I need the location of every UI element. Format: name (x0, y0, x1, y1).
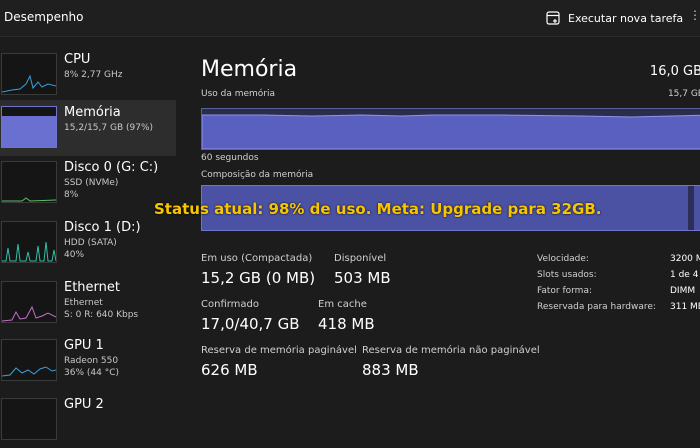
slots-used-value: 1 de 4 (670, 270, 699, 280)
paged-pool-label: Reserva de memória paginável (201, 345, 357, 356)
status-overlay-caption: Status atual: 98% de uso. Meta: Upgrade … (154, 200, 602, 218)
sidebar-item-usage: 8% (64, 190, 79, 200)
memory-heading: Memória (201, 57, 298, 82)
sidebar-item-gpu-1[interactable]: GPU 1 Radeon 550 36% (44 °C) (0, 333, 176, 389)
in-use-label: Em uso (Compactada) (201, 253, 313, 264)
resource-sidebar: CPU 8% 2,77 GHz Memória 15,2/15,7 GB (97… (0, 37, 176, 440)
in-use-value: 15,2 GB (0 MB) (201, 269, 316, 287)
sidebar-item-memory[interactable]: Memória 15,2/15,7 GB (97%) (0, 100, 176, 156)
run-new-task-button[interactable]: Executar nova tarefa (546, 9, 683, 27)
sidebar-item-disk-0[interactable]: Disco 0 (G: C:) SSD (NVMe) 8% (0, 155, 176, 211)
sidebar-item-ethernet[interactable]: Ethernet Ethernet S: 0 R: 640 Kbps (0, 275, 176, 331)
sidebar-item-usage: 40% (64, 250, 85, 260)
nonpaged-pool-value: 883 MB (362, 361, 419, 379)
sidebar-item-usage: S: 0 R: 640 Kbps (64, 310, 139, 320)
more-options-icon[interactable]: ⋮ (689, 8, 700, 22)
sidebar-item-detail: SSD (NVMe) (64, 178, 119, 188)
memory-total: 16,0 GB (649, 64, 700, 79)
committed-label: Confirmado (201, 299, 260, 310)
speed-label: Velocidade: (537, 254, 589, 264)
sidebar-item-cpu[interactable]: CPU 8% 2,77 GHz (0, 47, 176, 103)
sidebar-item-name: Memória (64, 105, 121, 120)
title-bar: Desempenho Executar nova tarefa ⋮ (0, 0, 700, 37)
sidebar-item-name: Disco 0 (G: C:) (64, 160, 159, 175)
sidebar-item-detail: Ethernet (64, 298, 103, 308)
committed-value: 17,0/40,7 GB (201, 315, 300, 333)
memory-detail-panel: Memória 16,0 GB Uso da memória 15,7 GB 6… (176, 37, 700, 410)
disk1-thumbnail-graph (1, 221, 57, 263)
run-new-task-label: Executar nova tarefa (568, 11, 684, 25)
speed-value: 3200 MHz (670, 254, 700, 264)
ethernet-thumbnail-graph (1, 281, 57, 323)
composition-label: Composição da memória (201, 170, 314, 180)
sidebar-item-gpu-2[interactable]: GPU 2 (0, 392, 176, 448)
sidebar-item-name: Disco 1 (D:) (64, 220, 141, 235)
form-factor-label: Fator forma: (537, 286, 592, 296)
composition-free-segment (688, 186, 694, 230)
disk0-thumbnail-graph (1, 161, 57, 203)
sidebar-item-name: GPU 1 (64, 338, 104, 353)
sidebar-item-disk-1[interactable]: Disco 1 (D:) HDD (SATA) 40% (0, 215, 176, 271)
gpu2-thumbnail-graph (1, 398, 57, 440)
available-label: Disponível (334, 253, 387, 264)
time-span-label: 60 segundos (201, 153, 259, 163)
sidebar-item-usage: 36% (44 °C) (64, 368, 119, 378)
cached-value: 418 MB (318, 315, 375, 333)
sidebar-item-detail: 8% 2,77 GHz (64, 70, 123, 80)
cpu-thumbnail-graph (1, 53, 57, 95)
hardware-reserved-label: Reservada para hardware: (537, 302, 656, 312)
hardware-reserved-value: 311 MB (670, 302, 700, 312)
slots-used-label: Slots usados: (537, 270, 597, 280)
gpu1-thumbnail-graph (1, 339, 57, 381)
cached-label: Em cache (318, 299, 367, 310)
nonpaged-pool-label: Reserva de memória não paginável (362, 345, 540, 356)
paged-pool-value: 626 MB (201, 361, 258, 379)
form-factor-value: DIMM (670, 286, 696, 296)
sidebar-item-name: Ethernet (64, 280, 120, 295)
memory-usage-max: 15,7 GB (667, 89, 700, 99)
sidebar-item-detail: Radeon 550 (64, 356, 119, 366)
sidebar-item-detail: HDD (SATA) (64, 238, 117, 248)
page-title: Desempenho (4, 10, 84, 24)
sidebar-item-name: CPU (64, 52, 91, 67)
available-value: 503 MB (334, 269, 391, 287)
memory-usage-label: Uso da memória (201, 89, 276, 99)
memory-thumbnail-graph (1, 106, 57, 148)
run-task-icon (546, 11, 560, 25)
sidebar-item-detail: 15,2/15,7 GB (97%) (64, 123, 154, 133)
memory-usage-graph (201, 108, 700, 150)
